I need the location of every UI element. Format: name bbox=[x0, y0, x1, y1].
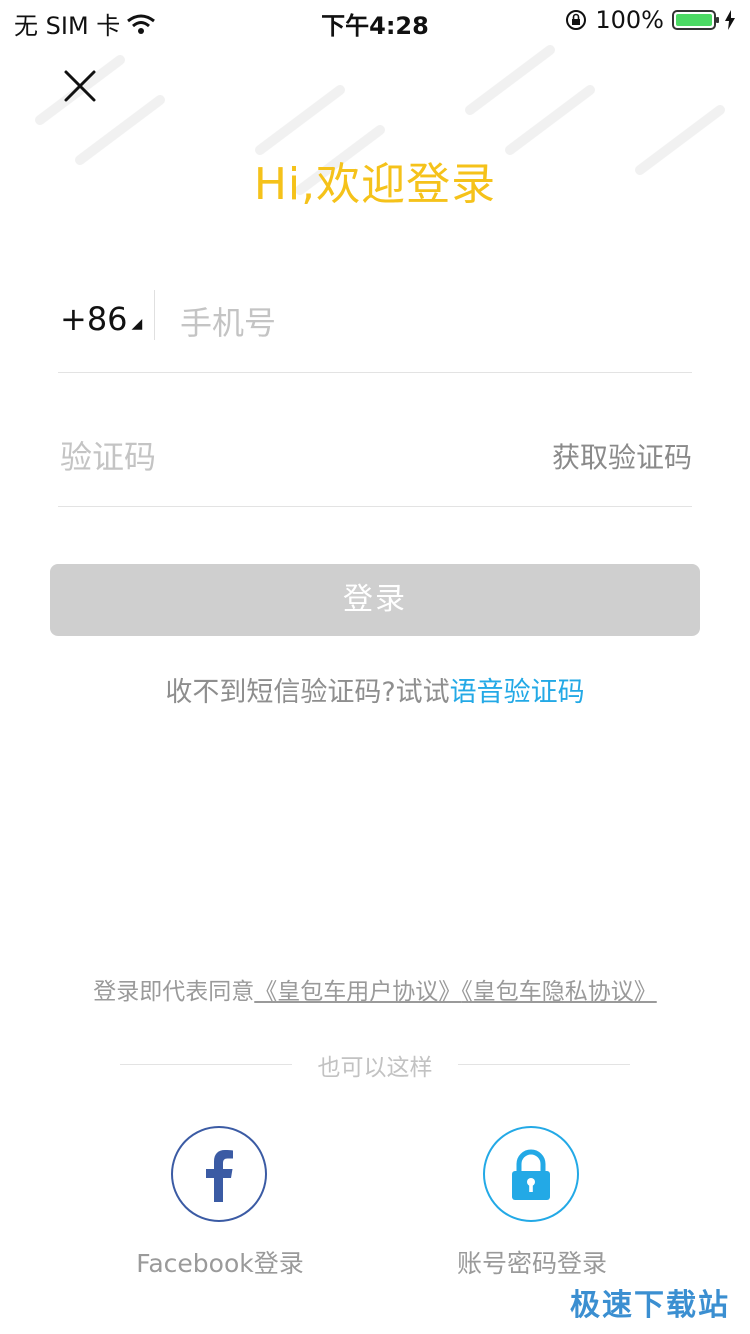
battery-percent: 100% bbox=[595, 6, 664, 34]
privacy-agreement-link[interactable]: 《皇包车隐私协议》 bbox=[461, 979, 657, 1005]
agreement-text: 登录即代表同意《皇包车用户协议》《皇包车隐私协议》 bbox=[0, 972, 750, 1006]
watermark: 极速下载站 bbox=[570, 1288, 730, 1323]
lock-icon bbox=[512, 1149, 550, 1200]
get-code-button[interactable]: 获取验证码 bbox=[552, 436, 692, 476]
alt-login-divider-text: 也可以这样 bbox=[317, 1055, 433, 1081]
battery-icon bbox=[672, 10, 719, 30]
verification-code-input[interactable] bbox=[58, 432, 462, 482]
password-login-button[interactable] bbox=[483, 1126, 579, 1222]
verification-code-row: 获取验证码 bbox=[58, 420, 692, 507]
rotation-lock-icon bbox=[566, 10, 587, 30]
login-button[interactable]: 登录 bbox=[50, 564, 700, 636]
country-code: +86 bbox=[60, 300, 128, 338]
voice-code-link[interactable]: 语音验证码 bbox=[450, 677, 585, 708]
phone-number-input[interactable] bbox=[178, 298, 682, 348]
phone-row: +86 ◢ bbox=[58, 286, 692, 373]
facebook-login-label[interactable]: Facebook登录 bbox=[90, 1244, 350, 1280]
facebook-login-button[interactable] bbox=[171, 1126, 267, 1222]
voice-code-hint: 收不到短信验证码?试试语音验证码 bbox=[0, 670, 750, 709]
close-button[interactable] bbox=[60, 66, 100, 106]
status-right: 100% bbox=[565, 6, 736, 34]
facebook-icon bbox=[206, 1150, 233, 1202]
close-icon bbox=[64, 70, 96, 102]
charging-icon bbox=[725, 10, 735, 30]
agreement-prefix: 登录即代表同意 bbox=[93, 979, 255, 1005]
divider bbox=[154, 290, 155, 340]
password-login-label[interactable]: 账号密码登录 bbox=[402, 1244, 662, 1280]
page-title: Hi,欢迎登录 bbox=[253, 159, 497, 210]
country-code-selector[interactable]: +86 ◢ bbox=[60, 300, 142, 338]
user-agreement-link[interactable]: 《皇包车用户协议》 bbox=[254, 979, 461, 1005]
dropdown-triangle-icon: ◢ bbox=[131, 316, 143, 332]
voice-hint-text: 收不到短信验证码?试试 bbox=[165, 677, 450, 708]
status-bar: 无 SIM 卡 下午4:28 100% bbox=[0, 0, 750, 40]
